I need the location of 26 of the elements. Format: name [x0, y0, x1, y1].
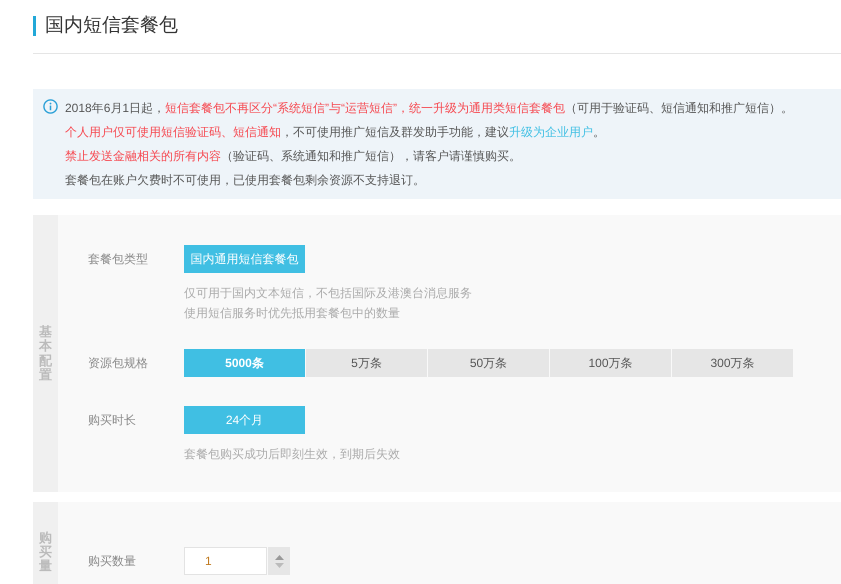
- option-button[interactable]: 5000条: [184, 349, 305, 377]
- option-button[interactable]: 300万条: [672, 349, 793, 377]
- hint-text: 仅可用于国内文本短信，不包括国际及港澳台消息服务: [184, 285, 472, 301]
- down-arrow-icon: [274, 562, 284, 568]
- notice-text: 个人用户仅可使用短信验证码、短信通知，不可使用推广短信及群发助手功能，建议升级为企业用户。: [65, 124, 606, 141]
- title-accent: [33, 16, 36, 36]
- notice-text: 禁止发送金融相关的所有内容（验证码、系统通知和推广短信），请客户请谨慎购买。: [65, 148, 522, 165]
- notice-text: 2018年6月1日起，短信套餐包不再区分“系统短信”与“运营短信”，统一升级为通用类短信套餐包（可用于验证码、短信通知和推广短信）。: [65, 100, 794, 117]
- page-title: 国内短信套餐包: [45, 14, 178, 38]
- field-label: 购买时长: [88, 412, 137, 429]
- option-button[interactable]: 5万条: [306, 349, 427, 377]
- option-button[interactable]: 国内通用短信套餐包: [184, 245, 305, 273]
- field-label: 套餐包类型: [88, 251, 149, 268]
- up-arrow-icon: [274, 554, 284, 560]
- stepper-control[interactable]: [268, 547, 290, 575]
- hint-text: 套餐包购买成功后即刻生效，到期后失效: [184, 446, 400, 462]
- info-icon: [43, 99, 58, 114]
- option-button[interactable]: 24个月: [184, 406, 305, 434]
- option-button[interactable]: 50万条: [428, 349, 549, 377]
- notice-text: 套餐包在账户欠费时不可使用，已使用套餐包剩余资源不支持退订。: [65, 172, 426, 189]
- upgrade-link[interactable]: 升级为企业用户: [509, 125, 593, 139]
- quantity-field[interactable]: 1: [184, 547, 267, 575]
- field-label: 购买数量: [88, 553, 137, 570]
- field-label: 资源包规格: [88, 355, 149, 372]
- option-button[interactable]: 100万条: [550, 349, 671, 377]
- hint-text: 使用短信服务时优先抵用套餐包中的数量: [184, 305, 401, 321]
